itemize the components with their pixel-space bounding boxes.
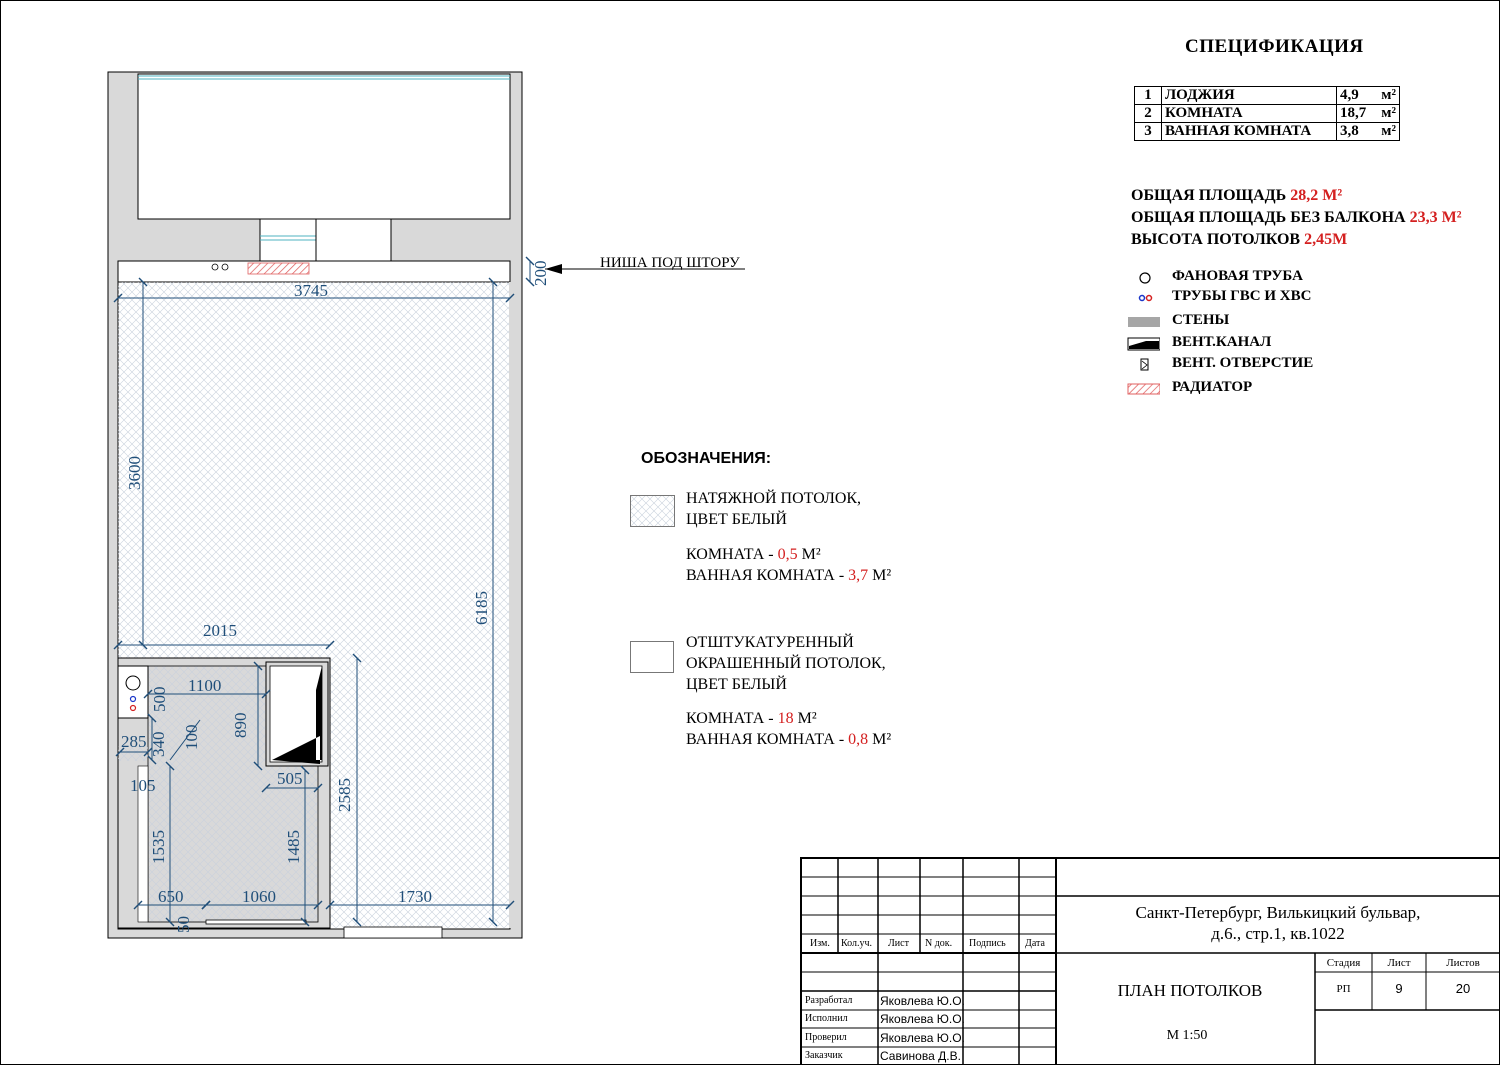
room-door	[343, 926, 443, 939]
dim-650: 650	[158, 887, 184, 906]
water-pipes-icon	[1138, 294, 1153, 302]
loggia-area	[137, 73, 511, 220]
dim-105: 105	[130, 776, 156, 795]
spec-unit: м²	[1373, 86, 1400, 105]
ceiling-height-value: 2,45М	[1304, 231, 1348, 248]
spec-value: 18,7	[1336, 104, 1373, 123]
plaster-ceiling-swatch	[630, 641, 674, 673]
shaft-fan-pipe	[125, 675, 141, 691]
dim-100: 100	[182, 725, 201, 751]
spec-unit: м²	[1373, 122, 1400, 141]
hot-pipe	[129, 695, 137, 703]
total-area-label: ОБЩАЯ ПЛОЩАДЬ	[1131, 187, 1287, 204]
role-label: Заказчик	[805, 1050, 843, 1061]
dim-890: 890	[231, 713, 250, 739]
spec-row: 2 КОМНАТА 18,7 м²	[1134, 104, 1400, 123]
sheets-label: Листов	[1446, 957, 1480, 969]
col-header: Изм.	[810, 938, 830, 949]
vent-channel-icon	[1127, 337, 1160, 351]
col-header: N док.	[925, 938, 953, 949]
dim-2015: 2015	[203, 621, 237, 640]
radiator-hatch-icon	[1127, 383, 1160, 395]
spec-title: СПЕЦИФИКАЦИЯ	[1185, 36, 1364, 57]
dim-285: 285	[121, 732, 147, 751]
scale: М 1:50	[1166, 1028, 1208, 1043]
ceiling-height-label: ВЫСОТА ПОТОЛКОВ	[1131, 231, 1301, 248]
pipe-1	[211, 263, 219, 271]
stretch-ceiling-desc: НАТЯЖНОЙ ПОТОЛОК, ЦВЕТ БЕЛЫЙ	[686, 490, 862, 528]
role-label: Проверил	[805, 1032, 847, 1043]
pipe-circle-icon	[1139, 272, 1151, 284]
vent-hole-icon	[1140, 358, 1149, 371]
pipe-2	[221, 263, 229, 271]
plaster-ceiling-areas: КОМНАТА - 18 М² ВАННАЯ КОМНАТА - 0,8 М²	[686, 710, 892, 748]
col-header: Подпись	[969, 938, 1006, 949]
dim-1535: 1535	[149, 830, 168, 864]
spec-name: КОМНАТА	[1161, 104, 1337, 123]
curtain-niche-label: НИША ПОД ШТОРУ	[600, 255, 740, 271]
col-header: Дата	[1025, 938, 1045, 949]
role-name: Савинова Д.В.	[880, 1049, 961, 1063]
role-label: Исполнил	[805, 1013, 848, 1024]
dim-3600: 3600	[125, 456, 144, 490]
total-area-value: 28,2 М²	[1290, 187, 1343, 204]
room-right-wall	[509, 282, 512, 928]
dim-505: 505	[277, 769, 303, 788]
address: Санкт-Петербург, Вилькицкий бульвар, д.6…	[1135, 903, 1421, 943]
stretch-ceiling-swatch	[630, 495, 675, 527]
col-header: Кол.уч.	[841, 938, 873, 949]
role-name: Яковлева Ю.О.	[880, 1012, 965, 1026]
sheet-title: ПЛАН ПОТОЛКОВ	[1117, 981, 1263, 1000]
dim-340: 340	[149, 732, 168, 758]
spec-name: ЛОДЖИЯ	[1161, 86, 1337, 105]
spec-value: 3,8	[1336, 122, 1373, 141]
legend-title: ОБОЗНАЧЕНИЯ:	[641, 450, 772, 467]
spec-name: ВАННАЯ КОМНАТА	[1161, 122, 1337, 141]
spec-row: 1 ЛОДЖИЯ 4,9 м²	[1134, 86, 1400, 105]
spec-num: 3	[1134, 122, 1162, 141]
role-name: Яковлева Ю.О.	[880, 1031, 965, 1045]
col-header: Лист	[888, 938, 909, 949]
spec-num: 1	[1134, 86, 1162, 105]
no-balcony-value: 23,3 М²	[1409, 209, 1462, 226]
dim-1100: 1100	[188, 676, 221, 695]
sheet-value: 9	[1395, 981, 1403, 996]
role-label: Разработал	[805, 995, 853, 1006]
dim-6185: 6185	[472, 591, 491, 625]
dim-1730: 1730	[398, 887, 432, 906]
curtain-niche	[117, 260, 511, 283]
dim-1060: 1060	[242, 887, 276, 906]
wall-swatch-icon	[1128, 317, 1160, 327]
dim-500: 500	[150, 687, 169, 713]
dim-1485: 1485	[284, 830, 303, 864]
bathroom-door	[205, 919, 307, 925]
stretch-ceiling-areas: КОМНАТА - 0,5 М² ВАННАЯ КОМНАТА - 3,7 М²	[686, 546, 892, 584]
spec-value: 4,9	[1336, 86, 1373, 105]
stage-label: Стадия	[1326, 957, 1361, 969]
sheets-value: 20	[1455, 981, 1471, 996]
cold-pipe	[129, 704, 137, 712]
role-name: Яковлева Ю.О.	[880, 994, 965, 1008]
stretch-ceiling-room	[118, 282, 510, 660]
spec-unit: м²	[1373, 104, 1400, 123]
spec-row: 3 ВАННАЯ КОМНАТА 3,8 м²	[1134, 122, 1400, 141]
sheet-label: Лист	[1387, 957, 1411, 969]
spec-num: 2	[1134, 104, 1162, 123]
area-totals: ОБЩАЯ ПЛОЩАДЬ 28,2 М² ОБЩАЯ ПЛОЩАДЬ БЕЗ …	[1131, 185, 1462, 251]
dim-2585: 2585	[335, 778, 354, 812]
radiator	[247, 262, 310, 275]
stage-value: РП	[1336, 983, 1351, 995]
no-balcony-label: ОБЩАЯ ПЛОЩАДЬ БЕЗ БАЛКОНА	[1131, 209, 1406, 226]
plaster-ceiling-desc: ОТШТУКАТУРЕННЫЙ ОКРАШЕННЫЙ ПОТОЛОК, ЦВЕТ…	[686, 634, 886, 693]
dim-200: 200	[531, 261, 550, 287]
dim-50: 50	[174, 916, 193, 933]
spec-table: 1 ЛОДЖИЯ 4,9 м² 2 КОМНАТА 18,7 м² 3 ВАНН…	[1134, 86, 1400, 141]
dim-3745: 3745	[294, 281, 328, 300]
